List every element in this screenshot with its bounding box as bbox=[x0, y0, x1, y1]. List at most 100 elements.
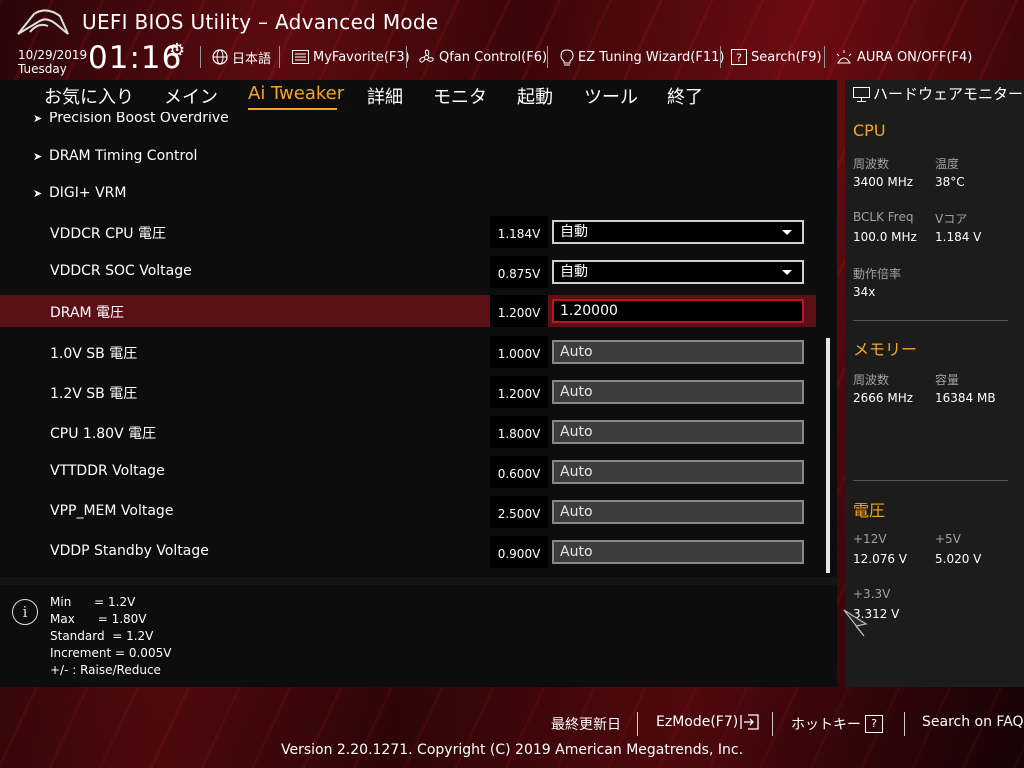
setting-row-1v2-sb[interactable]: 1.2V SB 電圧 1.200V Auto bbox=[0, 376, 816, 408]
gear-icon[interactable]: ⚙ bbox=[169, 40, 185, 61]
toolbar-divider bbox=[406, 46, 407, 68]
myfavorite-label: MyFavorite(F3) bbox=[313, 49, 410, 65]
setting-input[interactable]: Auto bbox=[552, 340, 804, 364]
scrollbar[interactable] bbox=[826, 338, 830, 573]
section-divider bbox=[853, 320, 1008, 321]
setting-row-vddcr-cpu[interactable]: VDDCR CPU 電圧 1.184V 自動 bbox=[0, 216, 816, 248]
ezmode-button[interactable]: EzMode(F7) bbox=[656, 714, 760, 730]
current-value: 0.600V bbox=[490, 456, 548, 488]
ratio-value: 34x bbox=[853, 285, 876, 299]
v33-label: +3.3V bbox=[853, 587, 891, 601]
setting-row-1v0-sb[interactable]: 1.0V SB 電圧 1.000V Auto bbox=[0, 336, 816, 368]
globe-icon bbox=[212, 49, 228, 65]
faq-button[interactable]: Search on FAQ bbox=[922, 714, 1024, 730]
help-panel: i Min = 1.2V Max = 1.80V Standard = 1.2V… bbox=[0, 585, 837, 687]
setting-dropdown[interactable]: 自動 bbox=[552, 260, 804, 284]
tab-tool[interactable]: ツール bbox=[584, 83, 638, 109]
setting-input[interactable]: Auto bbox=[552, 540, 804, 564]
setting-label: VDDCR SOC Voltage bbox=[50, 263, 192, 279]
current-value: 1.184V bbox=[490, 216, 548, 248]
dropdown-value: 自動 bbox=[560, 224, 588, 240]
bclk-value: 100.0 MHz bbox=[853, 230, 917, 244]
qfan-label: Qfan Control(F6) bbox=[439, 49, 548, 65]
ratio-label: 動作倍率 bbox=[853, 267, 902, 281]
setting-row-vddp-standby[interactable]: VDDP Standby Voltage 0.900V Auto bbox=[0, 536, 816, 568]
setting-input[interactable]: Auto bbox=[552, 420, 804, 444]
memory-heading: メモリー bbox=[853, 340, 918, 359]
aura-label: AURA ON/OFF(F4) bbox=[857, 49, 973, 65]
lightbulb-icon bbox=[560, 48, 574, 65]
toolbar-divider bbox=[200, 46, 201, 68]
setting-input[interactable]: 1.20000 bbox=[552, 299, 804, 323]
mem-capacity-value: 16384 MB bbox=[935, 391, 996, 405]
submenu-dram-timing[interactable]: ➤ DRAM Timing Control bbox=[33, 148, 197, 164]
tab-main[interactable]: メイン bbox=[164, 83, 218, 109]
hardware-monitor-panel: ハードウェアモニター CPU 周波数 温度 3400 MHz 38°C BCLK… bbox=[845, 80, 1024, 687]
help-box-icon: ? bbox=[731, 49, 747, 65]
v5-label: +5V bbox=[935, 532, 961, 546]
settings-panel: ➤ Precision Boost Overdrive ➤ DRAM Timing … bbox=[0, 112, 837, 577]
faq-label: Search on FAQ bbox=[922, 714, 1024, 730]
setting-row-vttddr[interactable]: VTTDDR Voltage 0.600V Auto bbox=[0, 456, 816, 488]
ez-tuning-button[interactable]: EZ Tuning Wizard(F11) bbox=[560, 48, 724, 66]
caret-down-icon bbox=[782, 270, 792, 275]
submenu-precision-boost[interactable]: ➤ Precision Boost Overdrive bbox=[33, 112, 229, 126]
current-value: 1.200V bbox=[490, 376, 548, 408]
info-standard: Standard = 1.2V bbox=[50, 629, 154, 643]
panel-divider bbox=[0, 577, 837, 585]
setting-label: VDDCR CPU 電圧 bbox=[50, 226, 167, 242]
dropdown-value: 自動 bbox=[560, 264, 588, 280]
monitor-icon bbox=[853, 87, 870, 102]
submenu-digi-vrm[interactable]: ➤ DIGI+ VRM bbox=[33, 185, 126, 201]
list-icon bbox=[292, 50, 309, 64]
setting-label: 1.0V SB 電圧 bbox=[50, 346, 138, 362]
toolbar-divider bbox=[824, 46, 825, 68]
current-value: 1.000V bbox=[490, 336, 548, 368]
svg-text:?: ? bbox=[736, 52, 742, 65]
setting-dropdown[interactable]: 自動 bbox=[552, 220, 804, 244]
tab-ai-tweaker[interactable]: Ai Tweaker bbox=[248, 83, 344, 104]
cpu-temp-label: 温度 bbox=[935, 157, 960, 171]
setting-label: VTTDDR Voltage bbox=[50, 463, 165, 479]
setting-row-vddcr-soc[interactable]: VDDCR SOC Voltage 0.875V 自動 bbox=[0, 256, 816, 288]
vcore-label: Vコア bbox=[935, 212, 968, 226]
tab-exit[interactable]: 終了 bbox=[667, 83, 703, 109]
toolbar-divider bbox=[547, 46, 548, 68]
footer-divider bbox=[904, 712, 905, 736]
exit-arrow-icon bbox=[740, 714, 759, 730]
search-button[interactable]: ? Search(F9) bbox=[731, 48, 822, 66]
setting-row-dram-voltage[interactable]: DRAM 電圧 1.200V 1.20000 bbox=[0, 295, 816, 327]
tab-advanced[interactable]: 詳細 bbox=[367, 83, 403, 109]
submenu-label: DIGI+ VRM bbox=[49, 185, 127, 201]
setting-row-vpp-mem[interactable]: VPP_MEM Voltage 2.500V Auto bbox=[0, 496, 816, 528]
language-button[interactable]: 日本語 bbox=[212, 48, 272, 67]
toolbar-divider bbox=[279, 46, 280, 68]
setting-label: VPP_MEM Voltage bbox=[50, 503, 174, 519]
tab-favorites[interactable]: お気に入り bbox=[44, 83, 134, 109]
setting-input[interactable]: Auto bbox=[552, 500, 804, 524]
aura-icon bbox=[836, 50, 852, 64]
hardware-monitor-title: ハードウェアモニター bbox=[873, 85, 1024, 103]
tab-monitor[interactable]: モニタ bbox=[433, 83, 487, 109]
language-label: 日本語 bbox=[232, 51, 272, 67]
hotkeys-button[interactable]: ホットキー ? bbox=[791, 714, 883, 734]
submenu-label: Precision Boost Overdrive bbox=[49, 112, 229, 126]
qfan-button[interactable]: Qfan Control(F6) bbox=[418, 48, 547, 66]
v5-value: 5.020 V bbox=[935, 552, 982, 566]
tab-boot[interactable]: 起動 bbox=[517, 83, 553, 109]
setting-label: CPU 1.80V 電圧 bbox=[50, 426, 157, 442]
myfavorite-button[interactable]: MyFavorite(F3) bbox=[292, 48, 410, 66]
vcore-value: 1.184 V bbox=[935, 230, 982, 244]
bclk-label: BCLK Freq bbox=[853, 210, 914, 224]
setting-input[interactable]: Auto bbox=[552, 380, 804, 404]
setting-row-cpu-1v80[interactable]: CPU 1.80V 電圧 1.800V Auto bbox=[0, 416, 816, 448]
toolbar-divider bbox=[720, 46, 721, 68]
last-modified-button[interactable]: 最終更新日 bbox=[551, 714, 621, 734]
setting-input[interactable]: Auto bbox=[552, 460, 804, 484]
cpu-freq-label: 周波数 bbox=[853, 157, 890, 171]
ezmode-label: EzMode(F7) bbox=[656, 714, 739, 730]
aura-button[interactable]: AURA ON/OFF(F4) bbox=[835, 48, 972, 66]
mem-capacity-label: 容量 bbox=[935, 373, 960, 387]
rog-logo bbox=[17, 9, 69, 35]
current-value: 1.800V bbox=[490, 416, 548, 448]
